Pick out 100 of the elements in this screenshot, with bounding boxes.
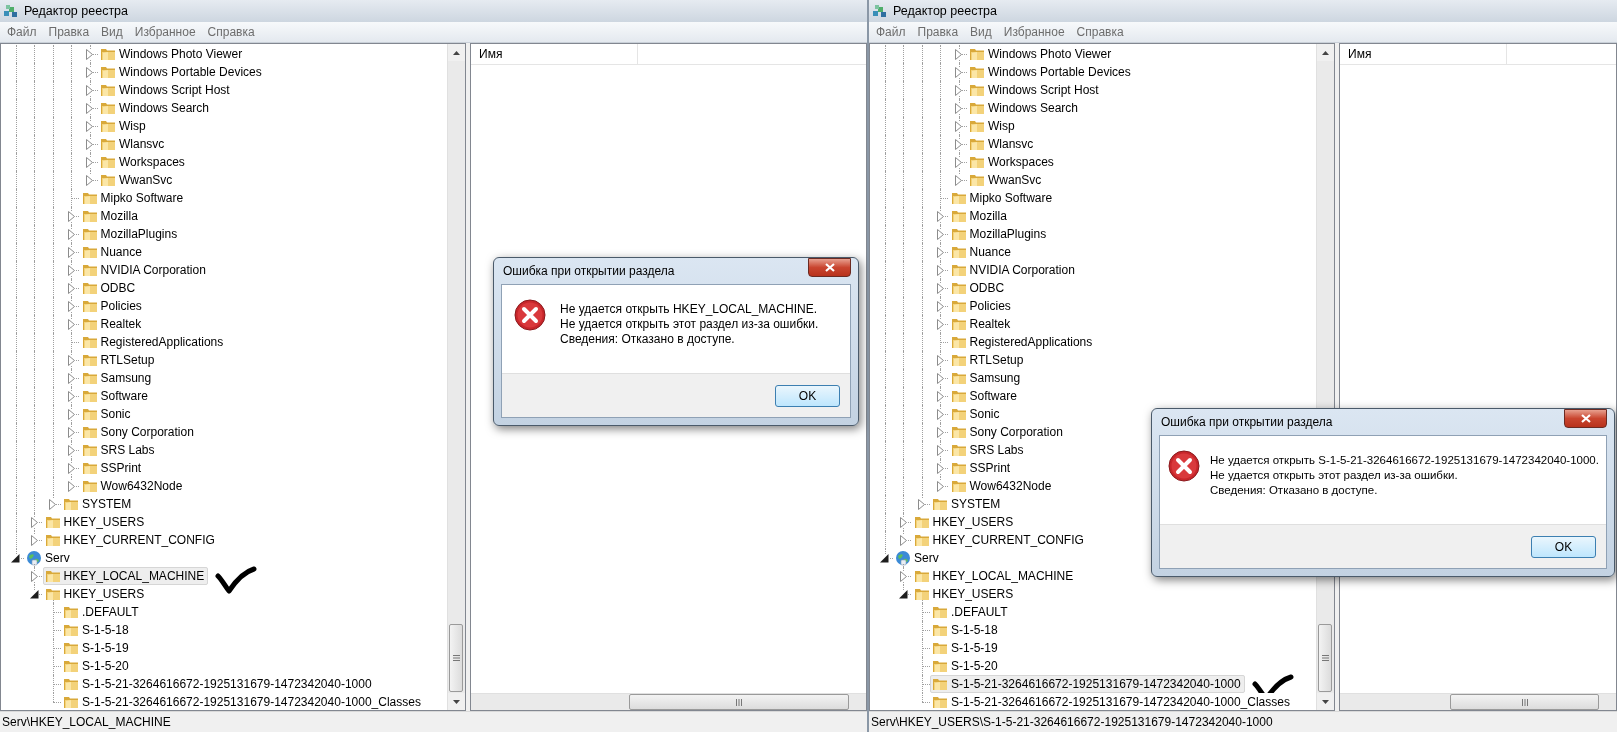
triangle-icon[interactable] (880, 553, 889, 563)
menu-item[interactable]: Правка (43, 25, 95, 39)
folder-icon (81, 388, 98, 404)
folder-icon (81, 280, 98, 296)
ok-button[interactable]: OK (775, 384, 840, 407)
scrollbar[interactable] (447, 44, 465, 710)
globe-icon (895, 550, 911, 566)
scrollbar[interactable] (1340, 693, 1616, 710)
dialog-title: Ошибка при открытии раздела (1160, 415, 1333, 429)
folder-icon (81, 262, 98, 278)
folder-icon (950, 316, 967, 332)
menu-item[interactable]: Справка (1071, 25, 1129, 39)
column-header[interactable]: Имя (471, 44, 638, 64)
menu-item[interactable]: Файл (2, 25, 42, 39)
menu-item[interactable]: Справка (202, 25, 260, 39)
folder-icon (81, 316, 98, 332)
menu-item[interactable]: Избранное (998, 25, 1070, 39)
registry-icon (872, 3, 888, 19)
folder-icon (950, 388, 967, 404)
folder-icon (81, 208, 98, 224)
triangle-icon[interactable] (898, 589, 908, 599)
folder-icon (63, 694, 79, 710)
folder-icon (81, 424, 98, 440)
tree-item[interactable]: S-1-5-21-3264616672-1925131679-1472342040-1000 (930, 675, 1245, 693)
folder-icon (100, 154, 116, 170)
folder-icon (81, 478, 98, 494)
error-message: Не удается открыть S-1-5-21-3264616672-1925131679-1472342040-1000. (1210, 453, 1599, 468)
check-mark-drawing (214, 565, 259, 595)
folder-icon (63, 676, 79, 692)
folder-icon (950, 190, 967, 206)
close-button[interactable] (1564, 409, 1607, 428)
scroll-thumb[interactable] (1450, 694, 1599, 710)
globe-icon (26, 550, 42, 566)
error-message: Не удается открыть этот раздел из-за ошибки. (1210, 468, 1459, 483)
window-title: Редактор реестра (893, 4, 998, 18)
folder-icon (950, 208, 967, 224)
down-arrow-icon (453, 699, 460, 704)
folder-icon (81, 298, 98, 314)
scroll-down-button[interactable] (1317, 693, 1334, 710)
grip-icon (1321, 655, 1329, 661)
folder-icon (950, 334, 967, 350)
close-icon (824, 263, 835, 272)
folder-icon (932, 694, 948, 710)
scroll-thumb[interactable] (1318, 624, 1332, 692)
folder-icon (63, 622, 79, 638)
scroll-thumb[interactable] (449, 624, 463, 692)
folder-icon (81, 370, 98, 386)
folder-icon (969, 46, 985, 62)
column-header[interactable]: Имя (1340, 44, 1507, 64)
menu-item[interactable]: Вид (96, 25, 128, 39)
folder-icon (63, 640, 79, 656)
error-icon (1168, 450, 1200, 482)
folder-icon (932, 658, 948, 674)
up-arrow-icon (453, 50, 460, 55)
folder-icon (950, 478, 967, 494)
folder-icon (44, 586, 61, 602)
close-button[interactable] (808, 258, 851, 277)
folder-icon (81, 190, 98, 206)
menu-item[interactable]: Правка (912, 25, 964, 39)
folder-icon (932, 640, 948, 656)
folder-icon (950, 442, 967, 458)
scroll-thumb[interactable] (629, 694, 849, 710)
close-icon (1580, 414, 1591, 423)
folder-icon (100, 136, 116, 152)
scroll-up-button[interactable] (448, 44, 465, 61)
error-message: Не удается открыть этот раздел из-за ошибки. (560, 317, 819, 332)
status-path: Serv\HKEY_LOCAL_MACHINE (2, 715, 171, 729)
error-message: Сведения: Отказано в доступе. (1210, 483, 1379, 498)
menu-item[interactable]: Избранное (129, 25, 201, 39)
folder-icon (63, 496, 79, 512)
folder-icon (950, 226, 967, 242)
folder-icon (969, 136, 985, 152)
grip-icon (736, 698, 742, 706)
folder-icon (81, 442, 98, 458)
folder-icon (969, 118, 985, 134)
folder-icon (950, 370, 967, 386)
ok-button[interactable]: OK (1531, 535, 1596, 558)
menu-item[interactable]: Вид (965, 25, 997, 39)
triangle-icon[interactable] (11, 553, 20, 563)
menu-item[interactable]: Файл (871, 25, 911, 39)
triangle-icon[interactable] (29, 589, 39, 599)
folder-icon (969, 154, 985, 170)
folder-icon (44, 514, 61, 530)
folder-icon (81, 460, 98, 476)
scrollbar[interactable] (471, 693, 866, 710)
folder-icon (100, 64, 116, 80)
dialog-title: Ошибка при открытии раздела (502, 264, 675, 278)
folder-icon (950, 406, 967, 422)
folder-icon (100, 100, 116, 116)
error-message: Сведения: Отказано в доступе. (560, 332, 736, 347)
status-path: Serv\HKEY_USERS\S-1-5-21-3264616672-1925131679-1472342040-1000 (871, 715, 1273, 729)
folder-icon (950, 244, 967, 260)
scroll-down-button[interactable] (448, 693, 465, 710)
folder-icon (969, 82, 985, 98)
tree-item[interactable]: HKEY_LOCAL_MACHINE (42, 567, 209, 585)
folder-icon (950, 280, 967, 296)
folder-icon (913, 514, 930, 530)
folder-icon (44, 568, 61, 584)
folder-icon (100, 46, 116, 62)
scroll-up-button[interactable] (1317, 44, 1334, 61)
